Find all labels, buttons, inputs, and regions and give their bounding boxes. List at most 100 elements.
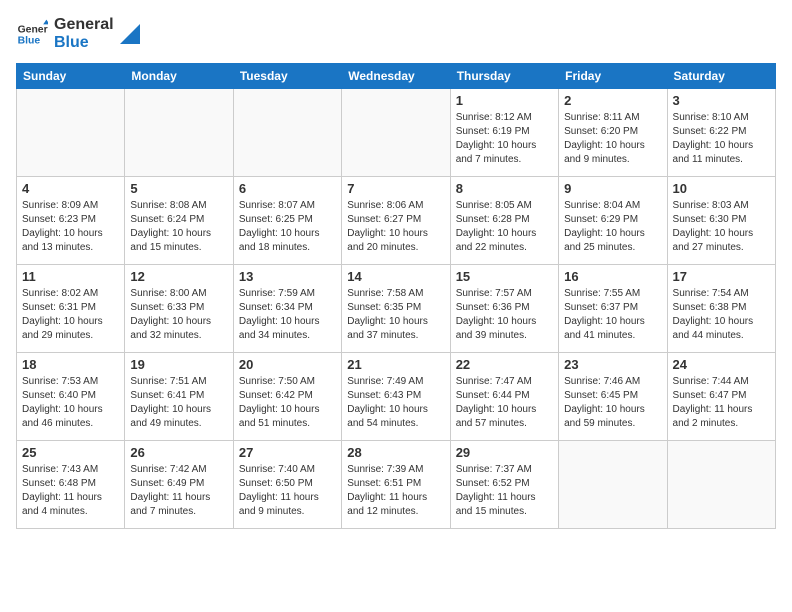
- day-number: 16: [564, 269, 661, 284]
- day-info: Sunrise: 7:59 AM Sunset: 6:34 PM Dayligh…: [239, 287, 336, 343]
- calendar-cell: 16 Sunrise: 7:55 AM Sunset: 6:37 PM Dayli…: [559, 265, 667, 353]
- day-number: 6: [239, 181, 336, 196]
- day-info: Sunrise: 7:44 AM Sunset: 6:47 PM Dayligh…: [673, 375, 770, 431]
- day-number: 7: [347, 181, 444, 196]
- col-header-wednesday: Wednesday: [342, 64, 450, 89]
- day-info: Sunrise: 8:10 AM Sunset: 6:22 PM Dayligh…: [673, 111, 770, 167]
- day-number: 17: [673, 269, 770, 284]
- calendar-cell: 23 Sunrise: 7:46 AM Sunset: 6:45 PM Dayli…: [559, 353, 667, 441]
- calendar-cell: 11 Sunrise: 8:02 AM Sunset: 6:31 PM Dayli…: [17, 265, 125, 353]
- day-info: Sunrise: 7:54 AM Sunset: 6:38 PM Dayligh…: [673, 287, 770, 343]
- calendar-cell: 15 Sunrise: 7:57 AM Sunset: 6:36 PM Dayli…: [450, 265, 558, 353]
- day-number: 25: [22, 445, 119, 460]
- calendar-cell: 21 Sunrise: 7:49 AM Sunset: 6:43 PM Dayli…: [342, 353, 450, 441]
- day-number: 15: [456, 269, 553, 284]
- day-number: 22: [456, 357, 553, 372]
- day-info: Sunrise: 8:04 AM Sunset: 6:29 PM Dayligh…: [564, 199, 661, 255]
- day-number: 11: [22, 269, 119, 284]
- day-number: 1: [456, 93, 553, 108]
- day-number: 27: [239, 445, 336, 460]
- calendar-cell: 9 Sunrise: 8:04 AM Sunset: 6:29 PM Daylig…: [559, 177, 667, 265]
- day-info: Sunrise: 8:11 AM Sunset: 6:20 PM Dayligh…: [564, 111, 661, 167]
- day-info: Sunrise: 7:40 AM Sunset: 6:50 PM Dayligh…: [239, 463, 336, 519]
- day-number: 26: [130, 445, 227, 460]
- calendar-cell: 5 Sunrise: 8:08 AM Sunset: 6:24 PM Daylig…: [125, 177, 233, 265]
- day-number: 28: [347, 445, 444, 460]
- day-number: 12: [130, 269, 227, 284]
- svg-text:Blue: Blue: [18, 35, 41, 46]
- day-info: Sunrise: 7:46 AM Sunset: 6:45 PM Dayligh…: [564, 375, 661, 431]
- day-number: 24: [673, 357, 770, 372]
- day-info: Sunrise: 8:09 AM Sunset: 6:23 PM Dayligh…: [22, 199, 119, 255]
- day-info: Sunrise: 7:49 AM Sunset: 6:43 PM Dayligh…: [347, 375, 444, 431]
- calendar-cell: 7 Sunrise: 8:06 AM Sunset: 6:27 PM Daylig…: [342, 177, 450, 265]
- logo-icon: General Blue: [16, 18, 48, 50]
- calendar-cell: [667, 441, 775, 529]
- day-number: 9: [564, 181, 661, 196]
- day-number: 21: [347, 357, 444, 372]
- day-number: 5: [130, 181, 227, 196]
- col-header-tuesday: Tuesday: [233, 64, 341, 89]
- day-info: Sunrise: 8:06 AM Sunset: 6:27 PM Dayligh…: [347, 199, 444, 255]
- calendar-cell: 17 Sunrise: 7:54 AM Sunset: 6:38 PM Dayli…: [667, 265, 775, 353]
- day-info: Sunrise: 7:37 AM Sunset: 6:52 PM Dayligh…: [456, 463, 553, 519]
- day-number: 2: [564, 93, 661, 108]
- day-info: Sunrise: 8:08 AM Sunset: 6:24 PM Dayligh…: [130, 199, 227, 255]
- logo-general: General: [54, 16, 114, 33]
- calendar-cell: 18 Sunrise: 7:53 AM Sunset: 6:40 PM Dayli…: [17, 353, 125, 441]
- day-info: Sunrise: 7:47 AM Sunset: 6:44 PM Dayligh…: [456, 375, 553, 431]
- day-number: 23: [564, 357, 661, 372]
- day-info: Sunrise: 7:43 AM Sunset: 6:48 PM Dayligh…: [22, 463, 119, 519]
- day-number: 18: [22, 357, 119, 372]
- day-number: 10: [673, 181, 770, 196]
- day-info: Sunrise: 8:07 AM Sunset: 6:25 PM Dayligh…: [239, 199, 336, 255]
- day-info: Sunrise: 8:12 AM Sunset: 6:19 PM Dayligh…: [456, 111, 553, 167]
- day-info: Sunrise: 7:50 AM Sunset: 6:42 PM Dayligh…: [239, 375, 336, 431]
- day-number: 29: [456, 445, 553, 460]
- day-info: Sunrise: 7:57 AM Sunset: 6:36 PM Dayligh…: [456, 287, 553, 343]
- calendar-table: SundayMondayTuesdayWednesdayThursdayFrid…: [16, 63, 776, 529]
- day-info: Sunrise: 7:55 AM Sunset: 6:37 PM Dayligh…: [564, 287, 661, 343]
- logo-blue: Blue: [54, 34, 114, 52]
- col-header-saturday: Saturday: [667, 64, 775, 89]
- day-info: Sunrise: 7:39 AM Sunset: 6:51 PM Dayligh…: [347, 463, 444, 519]
- calendar-cell: 6 Sunrise: 8:07 AM Sunset: 6:25 PM Daylig…: [233, 177, 341, 265]
- calendar-cell: 22 Sunrise: 7:47 AM Sunset: 6:44 PM Dayli…: [450, 353, 558, 441]
- calendar-cell: 25 Sunrise: 7:43 AM Sunset: 6:48 PM Dayli…: [17, 441, 125, 529]
- day-info: Sunrise: 7:58 AM Sunset: 6:35 PM Dayligh…: [347, 287, 444, 343]
- day-number: 4: [22, 181, 119, 196]
- day-info: Sunrise: 8:02 AM Sunset: 6:31 PM Dayligh…: [22, 287, 119, 343]
- calendar-cell: 1 Sunrise: 8:12 AM Sunset: 6:19 PM Daylig…: [450, 89, 558, 177]
- calendar-cell: 26 Sunrise: 7:42 AM Sunset: 6:49 PM Dayli…: [125, 441, 233, 529]
- calendar-cell: [233, 89, 341, 177]
- calendar-cell: 20 Sunrise: 7:50 AM Sunset: 6:42 PM Dayli…: [233, 353, 341, 441]
- day-info: Sunrise: 7:53 AM Sunset: 6:40 PM Dayligh…: [22, 375, 119, 431]
- page-header: General Blue General Blue: [16, 16, 776, 51]
- day-number: 20: [239, 357, 336, 372]
- calendar-cell: [125, 89, 233, 177]
- calendar-cell: 10 Sunrise: 8:03 AM Sunset: 6:30 PM Dayli…: [667, 177, 775, 265]
- calendar-cell: 29 Sunrise: 7:37 AM Sunset: 6:52 PM Dayli…: [450, 441, 558, 529]
- day-info: Sunrise: 7:42 AM Sunset: 6:49 PM Dayligh…: [130, 463, 227, 519]
- svg-text:General: General: [18, 24, 48, 35]
- calendar-cell: 24 Sunrise: 7:44 AM Sunset: 6:47 PM Dayli…: [667, 353, 775, 441]
- day-info: Sunrise: 8:05 AM Sunset: 6:28 PM Dayligh…: [456, 199, 553, 255]
- calendar-cell: 13 Sunrise: 7:59 AM Sunset: 6:34 PM Dayli…: [233, 265, 341, 353]
- day-info: Sunrise: 8:03 AM Sunset: 6:30 PM Dayligh…: [673, 199, 770, 255]
- day-number: 14: [347, 269, 444, 284]
- col-header-friday: Friday: [559, 64, 667, 89]
- calendar-cell: 14 Sunrise: 7:58 AM Sunset: 6:35 PM Dayli…: [342, 265, 450, 353]
- day-number: 13: [239, 269, 336, 284]
- day-number: 8: [456, 181, 553, 196]
- calendar-cell: 2 Sunrise: 8:11 AM Sunset: 6:20 PM Daylig…: [559, 89, 667, 177]
- day-info: Sunrise: 8:00 AM Sunset: 6:33 PM Dayligh…: [130, 287, 227, 343]
- col-header-sunday: Sunday: [17, 64, 125, 89]
- calendar-cell: 27 Sunrise: 7:40 AM Sunset: 6:50 PM Dayli…: [233, 441, 341, 529]
- calendar-cell: 19Sunrise: 7:51 AM Sunset: 6:41 PM Dayli…: [125, 353, 233, 441]
- col-header-monday: Monday: [125, 64, 233, 89]
- day-number: 3: [673, 93, 770, 108]
- day-info: Sunrise: 7:51 AM Sunset: 6:41 PM Dayligh…: [130, 375, 227, 431]
- calendar-cell: 4 Sunrise: 8:09 AM Sunset: 6:23 PM Daylig…: [17, 177, 125, 265]
- logo-triangle-icon: [120, 24, 140, 44]
- logo: General Blue General Blue: [16, 16, 140, 51]
